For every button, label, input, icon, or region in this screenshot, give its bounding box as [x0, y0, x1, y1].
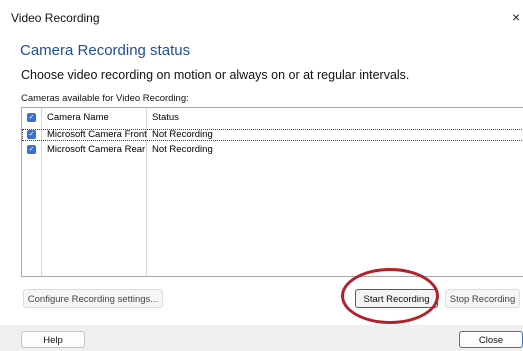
- stop-recording-button[interactable]: Stop Recording: [445, 289, 520, 308]
- title-bar: Video Recording ×: [0, 0, 523, 34]
- list-header-row: ✓ Camera Name Status: [22, 112, 523, 124]
- page-subtitle: Choose video recording on motion or alwa…: [21, 68, 410, 82]
- configure-recording-button[interactable]: Configure Recording settings...: [23, 289, 163, 308]
- camera-name: Microsoft Camera Rear: [47, 144, 146, 155]
- footer-bar: Help Close: [0, 325, 523, 351]
- select-all-checkbox[interactable]: ✓: [27, 113, 36, 122]
- start-recording-button[interactable]: Start Recording: [355, 289, 438, 308]
- camera-list-label: Cameras available for Video Recording:: [21, 93, 189, 104]
- close-button[interactable]: Close: [459, 331, 523, 348]
- column-header-status[interactable]: Status: [152, 112, 179, 124]
- close-icon[interactable]: ×: [512, 9, 523, 25]
- window-title: Video Recording: [11, 11, 100, 25]
- camera-name: Microsoft Camera Front: [47, 129, 147, 140]
- camera-list[interactable]: ✓ Camera Name Status ✓ Microsoft Camera …: [21, 107, 523, 277]
- list-item[interactable]: ✓ Microsoft Camera Rear Not Recording: [22, 144, 523, 156]
- help-button[interactable]: Help: [21, 331, 85, 348]
- row-checkbox[interactable]: ✓: [27, 145, 36, 154]
- camera-status: Not Recording: [152, 129, 213, 140]
- page-title: Camera Recording status: [20, 42, 191, 59]
- camera-status: Not Recording: [152, 144, 213, 155]
- row-checkbox[interactable]: ✓: [27, 130, 36, 139]
- list-item[interactable]: ✓ Microsoft Camera Front Not Recording: [22, 129, 523, 141]
- column-header-camera-name[interactable]: Camera Name: [47, 112, 109, 124]
